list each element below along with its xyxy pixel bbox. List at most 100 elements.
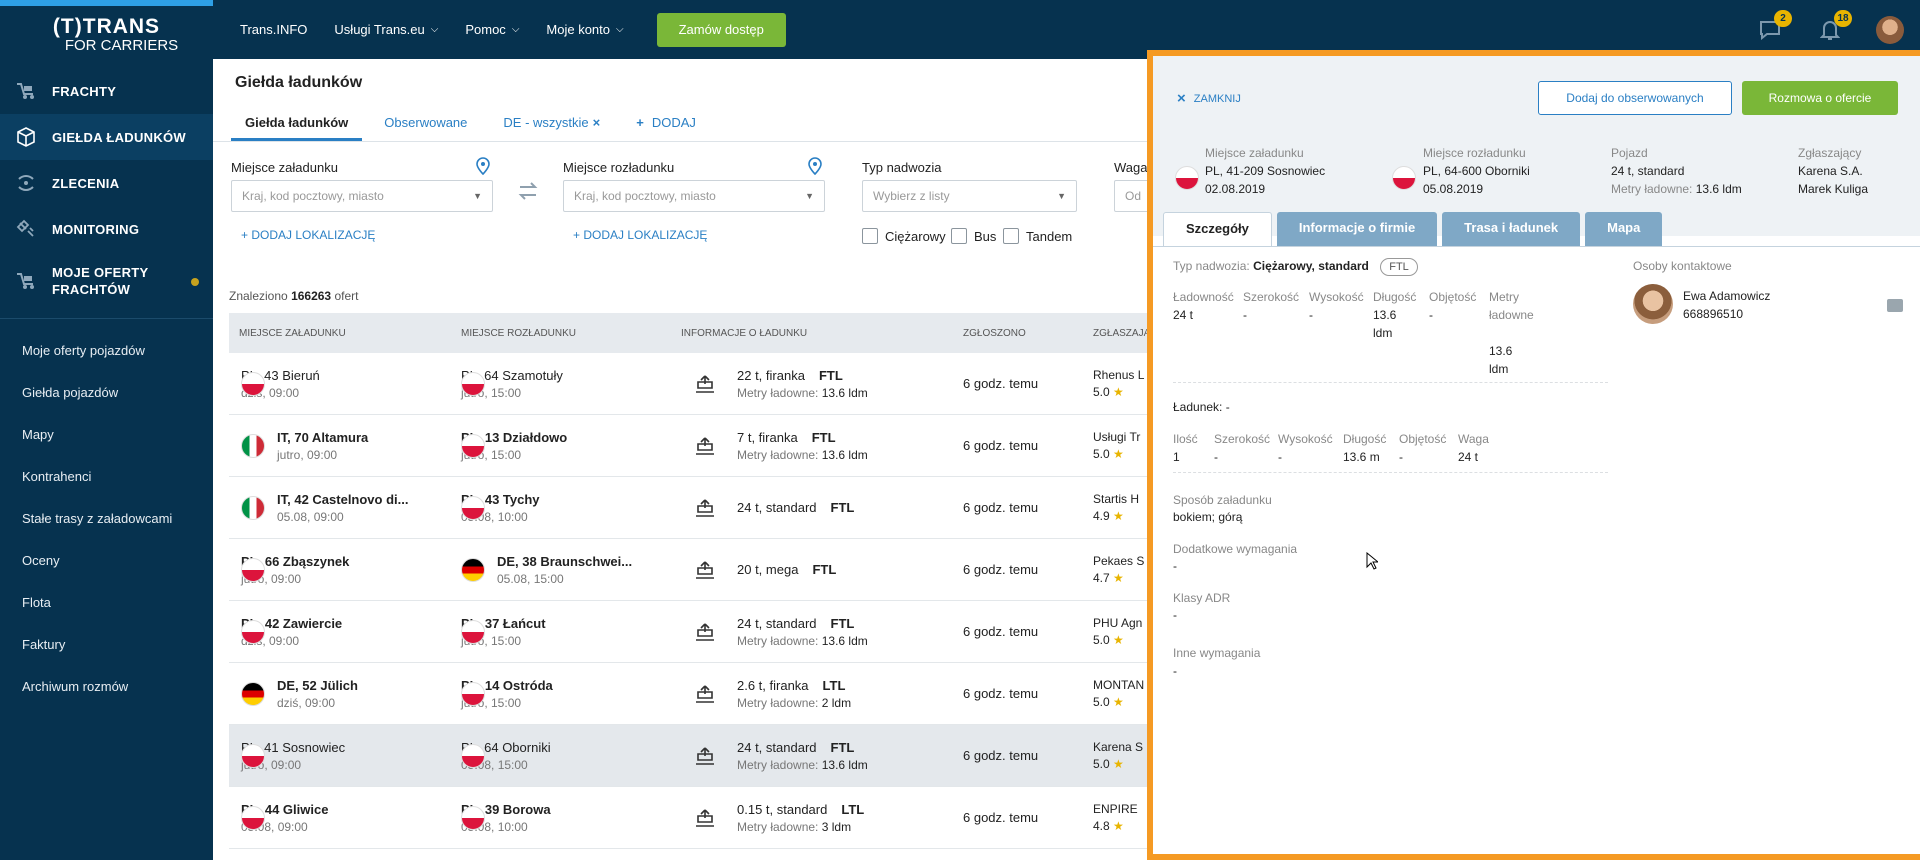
reporter-company[interactable]: ENPIRE bbox=[1093, 802, 1138, 816]
weight-label: Waga bbox=[1114, 160, 1148, 175]
add-unloading-location[interactable]: + DODAJ LOKALIZACJĘ bbox=[573, 228, 707, 242]
tab-obserwowane[interactable]: Obserwowane bbox=[370, 111, 481, 141]
messages-button[interactable]: 2 bbox=[1756, 9, 1792, 44]
reporter-company[interactable]: Startis H bbox=[1093, 492, 1139, 506]
location-pin-icon[interactable] bbox=[476, 157, 490, 178]
close-tab-icon[interactable]: × bbox=[593, 115, 601, 130]
reported-time: 6 godz. temu bbox=[963, 376, 1039, 391]
table-row[interactable]: IT, 42 Castelnovo di... 05.08, 09:00 PL, 4… bbox=[229, 477, 1229, 539]
notifications-button[interactable]: 18 bbox=[1816, 9, 1852, 44]
panel-vehicle-title: Pojazd bbox=[1611, 146, 1648, 160]
extra-requirements-label: Dodatkowe wymagania bbox=[1173, 542, 1298, 556]
contact-phone[interactable]: 668896510 bbox=[1683, 305, 1743, 323]
reporter-company[interactable]: Rhenus L bbox=[1093, 368, 1144, 382]
tab-gielda[interactable]: Giełda ładunków bbox=[231, 111, 363, 141]
checkbox-ciezarowy[interactable]: Ciężarowy bbox=[862, 228, 946, 244]
sidebar-item-kontrahenci[interactable]: Kontrahenci bbox=[0, 455, 213, 497]
close-panel-button[interactable]: × ZAMKNIJ bbox=[1177, 90, 1241, 107]
sidebar-item-moje-oferty[interactable]: MOJE OFERTY FRACHTÓW bbox=[0, 252, 213, 310]
sidebar-item-monitoring[interactable]: MONITORING bbox=[0, 206, 213, 252]
row-load-info: 24 t, standard FTL bbox=[691, 496, 961, 520]
row-load-info: 24 t, standard FTL Metry ładowne: 13.6 ldm bbox=[691, 616, 961, 648]
user-avatar[interactable] bbox=[1876, 15, 1904, 44]
load-type: FTL bbox=[818, 367, 843, 383]
reporter-company[interactable]: Pekaes S bbox=[1093, 554, 1144, 568]
reporter-company[interactable]: Karena S bbox=[1093, 740, 1143, 754]
header-reported[interactable]: ZGŁOSZONO bbox=[963, 328, 1026, 339]
row-loading: DE, 52 Jülich dziś, 09:00 bbox=[241, 678, 451, 710]
topbar-trans-info[interactable]: Trans.INFO bbox=[240, 22, 307, 37]
table-row[interactable]: PL, 42 Zawiercie dziś, 09:00 PL, 37 Łańcut… bbox=[229, 601, 1229, 663]
tab-trasa-i-ladunek[interactable]: Trasa i ładunek bbox=[1442, 212, 1581, 246]
flag-pl-icon bbox=[461, 743, 485, 768]
swap-icon[interactable] bbox=[518, 182, 538, 206]
unloading-input[interactable]: Kraj, kod pocztowy, miasto ▼ bbox=[563, 180, 825, 212]
ldm-label: Metry ładowne: bbox=[737, 385, 819, 400]
table-header: MIEJSCE ZAŁADUNKU MIEJSCE ROZŁADUNKU INF… bbox=[229, 313, 1229, 353]
sidebar-item-gielda[interactable]: GIEŁDA ŁADUNKÓW bbox=[0, 114, 213, 160]
row-loading: IT, 42 Castelnovo di... 05.08, 09:00 bbox=[241, 492, 451, 524]
load-ldm-row: Metry ładowne: 3 ldm bbox=[737, 820, 864, 834]
talk-about-offer-button[interactable]: Rozmowa o ofercie bbox=[1742, 81, 1898, 115]
sidebar-item-moje-oferty-pojazdow[interactable]: Moje oferty pojazdów bbox=[0, 329, 213, 371]
body-type-select[interactable]: Wybierz z listy ▼ bbox=[862, 180, 1077, 212]
checkbox-label: Ciężarowy bbox=[885, 228, 946, 244]
reporter-company[interactable]: PHU Agn bbox=[1093, 616, 1142, 630]
offer-detail-panel: × ZAMKNIJ Dodaj do obserwowanych Rozmowa … bbox=[1147, 50, 1920, 860]
topbar-uslugi[interactable]: Usługi Trans.eu ⌵ bbox=[334, 22, 438, 37]
table-row[interactable]: PL, 66 Zbąszynek jutro, 09:00 DE, 38 Braun… bbox=[229, 539, 1229, 601]
sidebar-item-gielda-pojazdow[interactable]: Giełda pojazdów bbox=[0, 371, 213, 413]
loading-input[interactable]: Kraj, kod pocztowy, miasto ▼ bbox=[231, 180, 493, 212]
chevron-down-icon: ⌵ bbox=[511, 24, 520, 35]
location-pin-icon[interactable] bbox=[808, 157, 822, 178]
topbar-label: Usługi Trans.eu bbox=[334, 22, 425, 37]
reporter-rating: 5.0 ★ bbox=[1093, 447, 1140, 461]
row-unloading: PL, 64 Szamotuły jutro, 15:00 bbox=[461, 368, 671, 400]
header-unloading[interactable]: MIEJSCE ROZŁADUNKU bbox=[461, 328, 576, 339]
sidebar-item-oceny[interactable]: Oceny bbox=[0, 539, 213, 581]
topbar-moje-konto[interactable]: Moje konto ⌵ bbox=[546, 22, 623, 37]
checkbox-bus[interactable]: Bus bbox=[951, 228, 996, 244]
header-load-info[interactable]: INFORMACJE O ŁADUNKU bbox=[681, 328, 807, 339]
row-unloading: PL, 37 Łańcut jutro, 15:00 bbox=[461, 616, 671, 648]
flag-pl-icon bbox=[1175, 166, 1199, 190]
flag-de-icon bbox=[241, 681, 265, 706]
header-loading[interactable]: MIEJSCE ZAŁADUNKU bbox=[239, 328, 346, 339]
tab-szczegoly[interactable]: Szczegóły bbox=[1163, 212, 1272, 247]
chat-icon[interactable] bbox=[1887, 299, 1903, 312]
tab-add[interactable]: + DODAJ bbox=[622, 111, 710, 141]
table-row[interactable]: PL, 43 Bieruń dziś, 09:00 PL, 64 Szamotuły… bbox=[229, 353, 1229, 415]
sidebar-item-flota[interactable]: Flota bbox=[0, 581, 213, 623]
sidebar-item-archiwum[interactable]: Archiwum rozmów bbox=[0, 665, 213, 707]
star-icon: ★ bbox=[1113, 819, 1124, 833]
checkbox-tandem[interactable]: Tandem bbox=[1003, 228, 1072, 244]
reported-time: 6 godz. temu bbox=[963, 686, 1039, 701]
sidebar-item-mapy[interactable]: Mapy bbox=[0, 413, 213, 455]
sidebar-item-frachty[interactable]: FRACHTY bbox=[0, 68, 213, 114]
sidebar-item-faktury[interactable]: Faktury bbox=[0, 623, 213, 665]
row-reporter: Rhenus L 5.0 ★ bbox=[1093, 368, 1144, 399]
panel-loading-title: Miejsce załadunku bbox=[1205, 146, 1304, 160]
sidebar-item-zlecenia[interactable]: ZLECENIA bbox=[0, 160, 213, 206]
rating-value: 5.0 bbox=[1093, 633, 1110, 647]
table-row[interactable]: PL, 44 Gliwice 05.08, 09:00 PL, 39 Borowa 0… bbox=[229, 787, 1229, 849]
sidebar-item-stale-trasy[interactable]: Stałe trasy z załadowcami bbox=[0, 497, 213, 539]
logo[interactable]: (T)TRANS FOR CARRIERS bbox=[0, 6, 213, 58]
add-loading-location[interactable]: + DODAJ LOKALIZACJĘ bbox=[241, 228, 375, 242]
reporter-company[interactable]: Usługi Tr bbox=[1093, 430, 1140, 444]
reporter-company[interactable]: MONTAN bbox=[1093, 678, 1144, 692]
order-access-button[interactable]: Zamów dostęp bbox=[656, 12, 786, 47]
tab-informacje-o-firmie[interactable]: Informacje o firmie bbox=[1276, 212, 1438, 246]
checkbox-box[interactable] bbox=[862, 228, 878, 244]
add-to-observed-button[interactable]: Dodaj do obserwowanych bbox=[1538, 81, 1732, 115]
topbar-pomoc[interactable]: Pomoc ⌵ bbox=[465, 22, 519, 37]
table-row[interactable]: DE, 52 Jülich dziś, 09:00 PL, 14 Ostróda ju… bbox=[229, 663, 1229, 725]
checkbox-box[interactable] bbox=[1003, 228, 1019, 244]
table-row[interactable]: PL, 41 Sosnowiec jutro, 09:00 PL, 64 Oborn… bbox=[229, 725, 1229, 787]
panel-reporter-company[interactable]: Karena S.A. bbox=[1798, 162, 1868, 180]
tab-mapa[interactable]: Mapa bbox=[1585, 212, 1663, 246]
tab-de-wszystkie[interactable]: DE - wszystkie × bbox=[489, 111, 614, 141]
load-summary: 2.6 t, firanka LTL bbox=[737, 678, 851, 693]
table-row[interactable]: IT, 70 Altamura jutro, 09:00 PL, 13 Działd… bbox=[229, 415, 1229, 477]
checkbox-box[interactable] bbox=[951, 228, 967, 244]
